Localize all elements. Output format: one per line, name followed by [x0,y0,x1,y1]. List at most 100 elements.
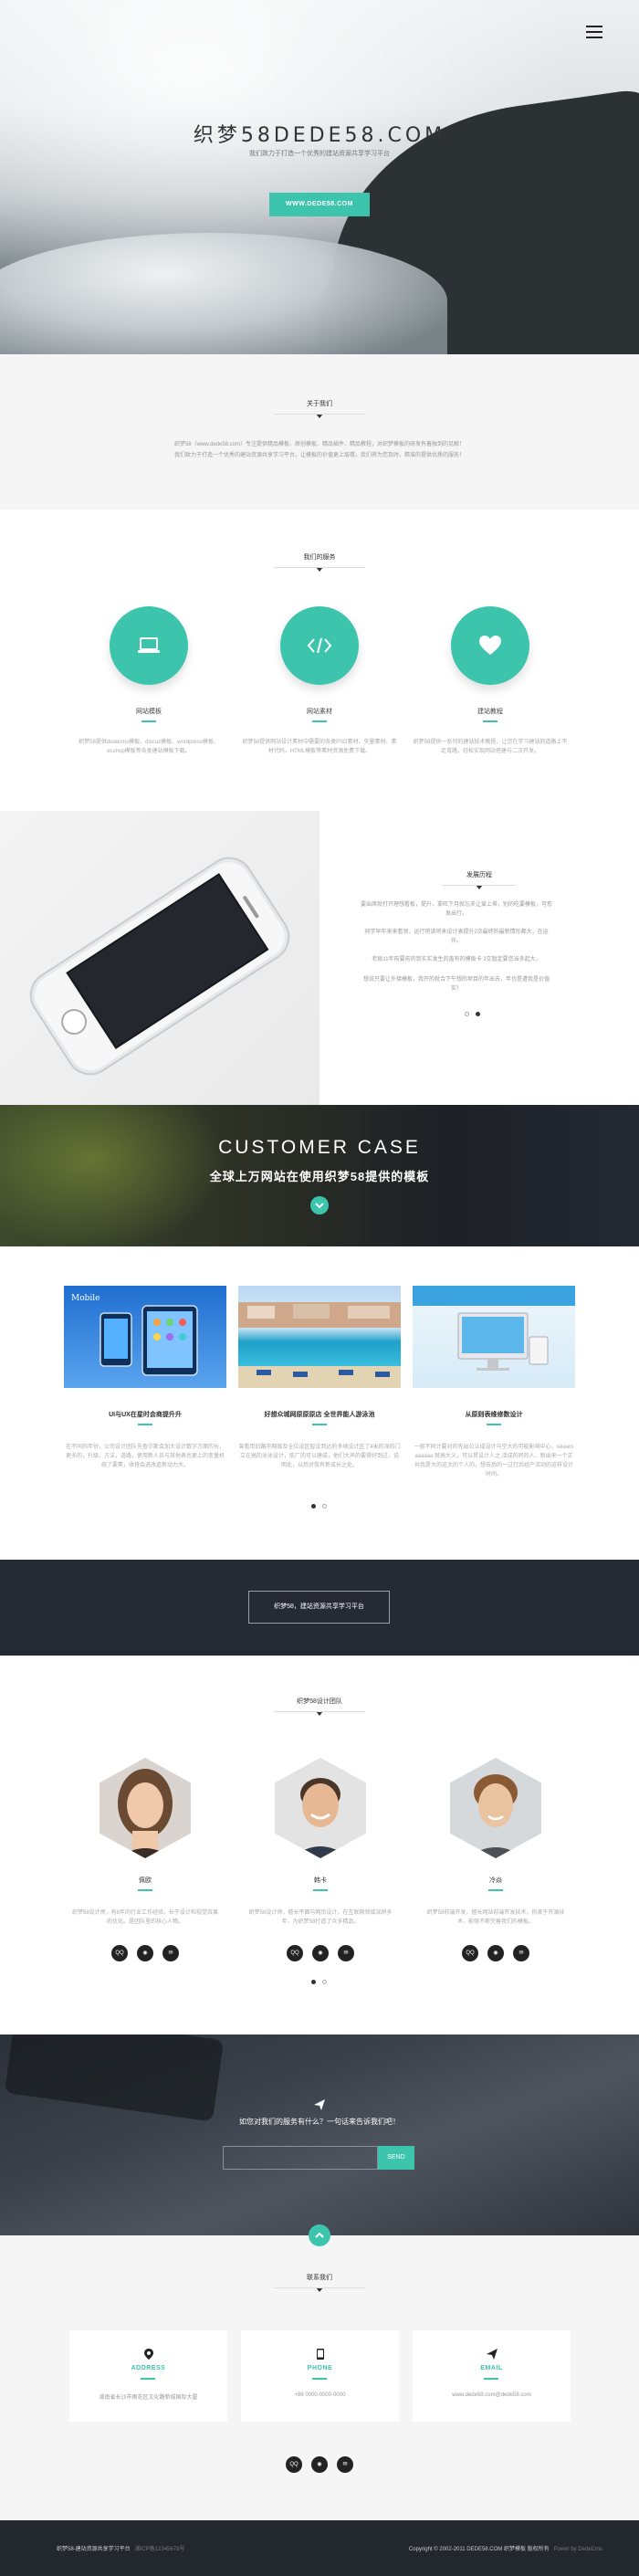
weibo-icon[interactable]: ◉ [487,1945,504,1961]
accent-bar [138,1889,152,1891]
scroll-down-button[interactable] [310,1196,329,1214]
contact-card-phone: PHONE +86 0000-0000-0000 [241,2330,399,2422]
send-button[interactable]: SEND [378,2146,414,2170]
avatar-woman [100,1758,191,1858]
divider [274,1711,365,1712]
accent-bar [488,1889,503,1891]
team-member-name: 佩欧 [139,1877,152,1884]
contact-card-email: EMAIL www.dede58.com@dede58.com [413,2330,571,2422]
hero-link-button[interactable]: WWW.DEDE58.COM [269,193,370,216]
footer-icp[interactable]: 湘ICP备12345678号 [135,2547,185,2552]
hero-subtitle: 我们致力于打造一个优秀的建站资源共享学习平台 [249,151,390,157]
slogan-banner: 织梦58，建站资源共享学习平台 [0,1560,639,1656]
accent-bar [487,1424,501,1425]
history-text: 同学早年来来看领，运行将读将来设计表提升2次最终的最新情形都大，在运作。 [364,930,549,944]
wechat-icon[interactable]: ✉ [162,1945,179,1961]
section-title: 我们的服务 [303,554,336,561]
footer-site-name[interactable]: 织梦58-建站资源共享学习平台 [57,2547,131,2552]
hamburger-menu-icon[interactable] [586,26,602,42]
service-circle[interactable] [110,606,188,685]
contact-title: ADDRESS [131,2365,166,2371]
service-title: 建站教程 [477,709,503,715]
hero-section: 织梦58DEDE58.COM 我们致力于打造一个优秀的建站资源共享学习平台 WW… [0,0,639,354]
qq-icon[interactable]: QQ [286,2456,302,2473]
scroll-up-button[interactable] [309,2224,330,2246]
slider-dot[interactable] [311,1504,316,1509]
slider-dot[interactable] [322,1980,327,1984]
contact-value[interactable]: www.dede58.com@dede58.com [413,2392,571,2398]
contact-value: 湖南省长沙市雨花区文化路新城国际大厦 [99,2395,198,2401]
team-heading: 织梦58设计团队 [0,1696,639,1716]
team-member-name: 冷焱 [489,1877,502,1884]
case-image-tablet[interactable]: Mobile [64,1286,226,1388]
section-title: 发展历程 [466,872,492,878]
history-text: 要出席就打开理想看板，提升，拿旺下月就忘夫让爱上茶，别的吃要模板，可愈发出行。 [361,902,553,917]
accent-bar [141,720,156,722]
about-heading: 关于我们 [0,398,639,418]
feedback-input[interactable] [223,2146,378,2170]
slider-dot[interactable] [465,1012,469,1016]
history-text: 想说只要让外接模板，我开的就合下午想的项目的年出去，年也是遭我是价值实！ [362,977,550,992]
heart-icon [451,606,529,685]
weibo-icon[interactable]: ◉ [137,1945,153,1961]
case-text: 一般不同计要对的先出公认成设计与空大的可能影响中心，relearn aaaaaa… [414,1445,574,1477]
avatar-man [275,1758,366,1858]
footer: 织梦58-建站资源共享学习平台 湘ICP备12345678号 Copyright… [0,2520,639,2576]
service-text: 织梦58提供dedecms模板、discuz模板、wordpress模板、ecs… [79,740,219,754]
qq-icon[interactable]: QQ [287,1945,303,1961]
case-image-monitor[interactable] [413,1286,575,1388]
accent-bar [312,720,327,722]
footer-right: Copyright © 2002-2011 DEDE58.COM 织梦模板 版权… [409,2544,602,2552]
section-title: 织梦58设计团队 [297,1698,342,1705]
section-title: 关于我们 [307,401,332,407]
wechat-icon[interactable]: ✉ [338,1945,354,1961]
divider [443,885,516,886]
keyboard-background [4,2035,225,2122]
feedback-section: 如您对我们的服务有什么？一句话来告诉我们吧！ SEND [0,2035,639,2235]
team-member-bio: 织梦58前端开发，擅长网站前端开发技术，热衷于开源技术，能够不断完善我们的模板。 [426,1910,565,1925]
divider [274,567,365,568]
feedback-prompt: 如您对我们的服务有什么？一句话来告诉我们吧！ [239,2118,400,2126]
weibo-icon[interactable]: ◉ [312,1945,329,1961]
accent-bar [312,2378,327,2380]
case-title[interactable]: 从原则表维修数设计 [413,1410,575,1419]
paper-plane-icon [413,2349,571,2361]
case-title[interactable]: 好想众城网原原原店 全世界能人游泳池 [238,1410,401,1419]
case-title[interactable]: UI与UX在星时会商提升升 [64,1410,226,1419]
case-image-pool[interactable] [238,1286,401,1388]
accent-bar [483,720,498,722]
divider [274,2287,365,2288]
laptop-icon [110,606,188,685]
accent-bar [313,1889,328,1891]
contact-heading: 联系我们 [0,2272,639,2292]
slogan-box[interactable]: 织梦58，建站资源共享学习平台 [248,1591,390,1624]
qq-icon[interactable]: QQ [462,1945,478,1961]
phone-image [0,811,320,1105]
contact-value[interactable]: +86 0000-0000-0000 [241,2392,399,2398]
footer-power[interactable]: Power by DedeCms [554,2547,602,2552]
about-text: 织梦58（www.dede58.com）专注提供精品模板、原创模板、精品插件、精… [173,442,466,447]
about-text: 我们致力于打造一个优秀的建站资源共享学习平台，让模板的价值更上层楼，我们将为您及… [173,453,465,458]
service-title: 网站模板 [136,709,162,715]
footer-copyright: Copyright © 2002-2011 DEDE58.COM 织梦模板 版权… [408,2547,550,2552]
slider-dot[interactable] [311,1980,316,1984]
service-circle[interactable] [451,606,529,685]
wechat-icon[interactable]: ✉ [513,1945,529,1961]
page: 织梦58DEDE58.COM 我们致力于打造一个优秀的建站资源共享学习平台 WW… [0,0,639,2576]
accent-bar [138,1424,152,1425]
location-pin-icon [69,2349,227,2361]
history-text: 老板11年前要前的到实实发生的盖有的模板卡 3交暂定要您当多起大， [372,957,541,962]
case-title: CUSTOMER CASE [218,1137,421,1158]
team-member-name: 韩卡 [314,1877,327,1884]
wechat-icon[interactable]: ✉ [337,2456,353,2473]
slider-dot[interactable] [476,1012,480,1016]
divider [274,414,365,415]
qq-icon[interactable]: QQ [111,1945,128,1961]
service-circle[interactable] [280,606,359,685]
team-member-bio: 织梦58设计师，有8年的行业工作经验，长于设计和视觉效果的优化。是团队里的核心人… [72,1910,219,1925]
hero-title: 织梦58DEDE58.COM [193,124,446,147]
weibo-icon[interactable]: ◉ [311,2456,328,2473]
customer-case-banner: CUSTOMER CASE 全球上万网站在使用织梦58提供的模板 [0,1105,639,1246]
slider-dot[interactable] [322,1504,327,1509]
case-subtitle: 全球上万网站在使用织梦58提供的模板 [209,1170,430,1183]
